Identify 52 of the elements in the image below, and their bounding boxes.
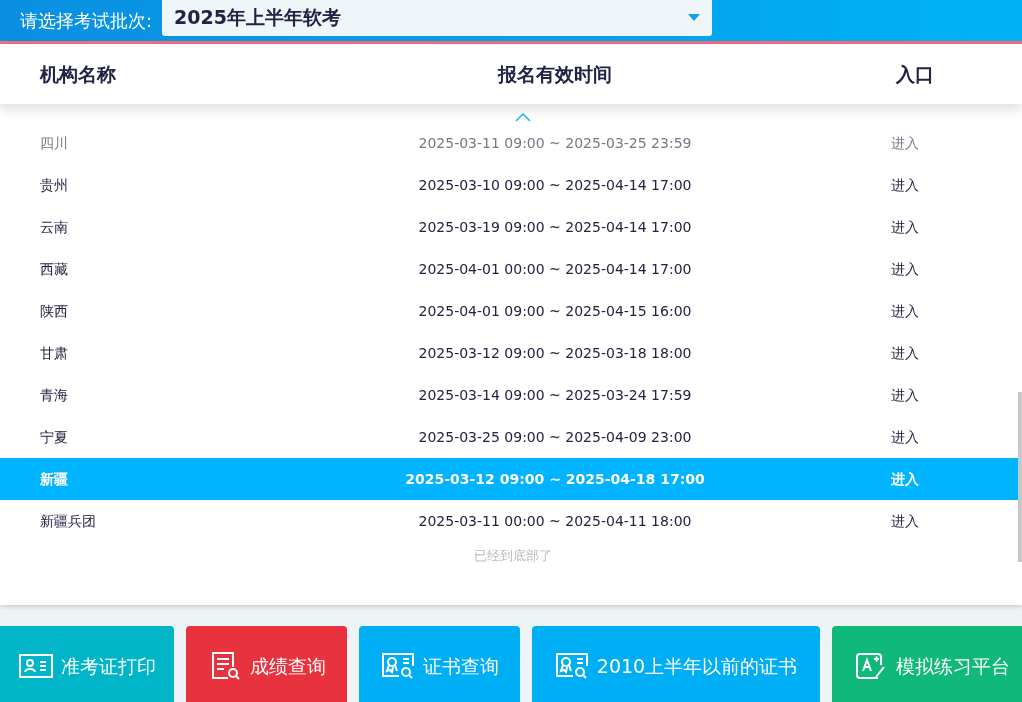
certificate-search-icon bbox=[554, 651, 589, 681]
institution-cell-text: 贵州 bbox=[39, 175, 69, 195]
institution-cell-text: 青海 bbox=[39, 385, 69, 405]
table-row[interactable]: 新疆兵团 2025-03-11 00:00 ~ 2025-04-11 18:00 进入 bbox=[0, 500, 1018, 542]
time-cell-text: 2025-03-11 09:00 ~ 2025-03-25 23:59 bbox=[417, 133, 693, 153]
column-header: 报名有效时间 bbox=[496, 61, 613, 87]
batch-dropdown[interactable]: 2025年上半年软考 bbox=[162, 0, 713, 36]
time-cell-text: 2025-03-19 09:00 ~ 2025-04-14 17:00 bbox=[417, 217, 693, 237]
edit-note-icon bbox=[854, 651, 888, 681]
table-row[interactable]: 西藏 2025-04-01 00:00 ~ 2025-04-14 17:00 进入 bbox=[0, 248, 1018, 290]
time-cell-text: 2025-03-14 09:00 ~ 2025-03-24 17:59 bbox=[417, 385, 693, 405]
institution-cell-text: 西藏 bbox=[39, 259, 69, 279]
table-row[interactable]: 甘肃 2025-03-12 09:00 ~ 2025-03-18 18:00 进入 bbox=[0, 332, 1018, 374]
table-row[interactable]: 云南 2025-03-19 09:00 ~ 2025-04-14 17:00 进入 bbox=[0, 206, 1018, 248]
column-header: 入口 bbox=[894, 61, 935, 87]
entry-link[interactable]: 进入 bbox=[810, 258, 1000, 280]
institution-cell-text: 陕西 bbox=[39, 301, 69, 321]
column-header: 机构名称 bbox=[38, 61, 117, 87]
table-row[interactable]: 四川 2025-03-11 09:00 ~ 2025-03-25 23:59 进入 bbox=[0, 122, 1018, 164]
entry-link[interactable]: 进入 bbox=[810, 174, 1000, 196]
table-row[interactable]: 宁夏 2025-03-25 09:00 ~ 2025-04-09 23:00 进入 bbox=[0, 416, 1018, 458]
entry-link[interactable]: 进入 bbox=[810, 510, 1000, 532]
entry-link[interactable]: 进入 bbox=[810, 384, 1000, 406]
entry-link[interactable]: 进入 bbox=[810, 132, 1000, 154]
entry-link[interactable]: 进入 bbox=[810, 342, 1000, 364]
scrollbar[interactable] bbox=[1018, 392, 1022, 562]
scroll-up-icon[interactable] bbox=[515, 113, 531, 122]
certificate-search-icon bbox=[380, 651, 415, 681]
time-cell-text: 2025-04-01 00:00 ~ 2025-04-14 17:00 bbox=[417, 259, 693, 279]
institution-cell-text: 新疆 bbox=[39, 469, 69, 489]
institution-cell-text: 甘肃 bbox=[39, 343, 69, 363]
time-cell-text: 2025-03-10 09:00 ~ 2025-04-14 17:00 bbox=[417, 175, 693, 195]
end-of-list-note: 已经到底部了 bbox=[473, 547, 552, 565]
batch-label: 请选择考试批次: bbox=[20, 9, 153, 33]
table-row[interactable]: 陕西 2025-04-01 09:00 ~ 2025-04-15 16:00 进入 bbox=[0, 290, 1018, 332]
institution-cell-text: 云南 bbox=[39, 217, 69, 237]
action-tile[interactable]: 成绩查询 bbox=[186, 626, 347, 702]
table-row[interactable]: 青海 2025-03-14 09:00 ~ 2025-03-24 17:59 进入 bbox=[0, 374, 1018, 416]
time-cell-text: 2025-03-12 09:00 ~ 2025-04-18 17:00 bbox=[404, 469, 706, 489]
institution-cell-text: 四川 bbox=[39, 133, 69, 153]
entry-link[interactable]: 进入 bbox=[810, 300, 1000, 322]
time-cell-text: 2025-03-25 09:00 ~ 2025-04-09 23:00 bbox=[417, 427, 693, 447]
time-cell-text: 2025-04-01 09:00 ~ 2025-04-15 16:00 bbox=[417, 301, 693, 321]
entry-link[interactable]: 进入 bbox=[810, 216, 1000, 238]
entry-link[interactable]: 进入 bbox=[810, 426, 1000, 448]
institution-cell-text: 新疆兵团 bbox=[39, 511, 97, 531]
id-card-icon bbox=[18, 651, 53, 681]
table-row[interactable]: 贵州 2025-03-10 09:00 ~ 2025-04-14 17:00 进入 bbox=[0, 164, 1018, 206]
caret-icon bbox=[688, 13, 701, 22]
time-cell-text: 2025-03-11 00:00 ~ 2025-04-11 18:00 bbox=[417, 511, 693, 531]
institution-cell-text: 宁夏 bbox=[39, 427, 69, 447]
time-cell-text: 2025-03-12 09:00 ~ 2025-03-18 18:00 bbox=[417, 343, 693, 363]
